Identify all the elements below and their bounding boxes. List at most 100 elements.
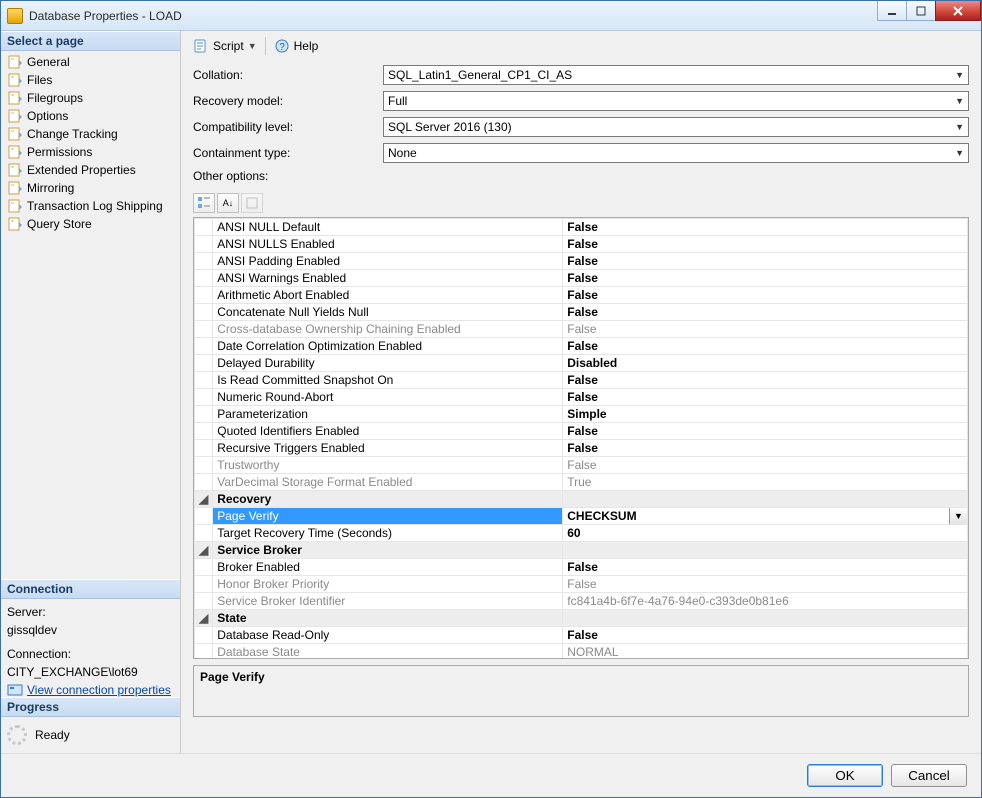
property-row[interactable]: ANSI Warnings EnabledFalse bbox=[195, 270, 968, 287]
property-category[interactable]: ◢State bbox=[195, 610, 968, 627]
property-row[interactable]: Date Correlation Optimization EnabledFal… bbox=[195, 338, 968, 355]
help-label: Help bbox=[294, 39, 319, 53]
property-value[interactable]: False bbox=[563, 372, 968, 389]
property-row[interactable]: Service Broker Identifierfc841a4b-6f7e-4… bbox=[195, 593, 968, 610]
property-row[interactable]: Recursive Triggers EnabledFalse bbox=[195, 440, 968, 457]
property-name: Database State bbox=[213, 644, 563, 659]
expand-toggle bbox=[195, 627, 213, 644]
page-icon bbox=[7, 180, 23, 196]
page-list-item[interactable]: Mirroring bbox=[1, 179, 180, 197]
property-row[interactable]: ParameterizationSimple bbox=[195, 406, 968, 423]
page-list-item[interactable]: Transaction Log Shipping bbox=[1, 197, 180, 215]
property-category[interactable]: ◢Service Broker bbox=[195, 542, 968, 559]
property-row[interactable]: Target Recovery Time (Seconds)60 bbox=[195, 525, 968, 542]
property-name: Trustworthy bbox=[213, 457, 563, 474]
expand-toggle bbox=[195, 236, 213, 253]
property-grid-scroll[interactable]: ANSI NULL DefaultFalseANSI NULLS Enabled… bbox=[194, 218, 968, 658]
page-list-item[interactable]: Permissions bbox=[1, 143, 180, 161]
expand-toggle bbox=[195, 576, 213, 593]
chevron-down-icon: ▼ bbox=[955, 70, 964, 80]
property-value[interactable]: Disabled bbox=[563, 355, 968, 372]
ok-button[interactable]: OK bbox=[807, 764, 883, 787]
property-name: Service Broker Identifier bbox=[213, 593, 563, 610]
minimize-button[interactable] bbox=[877, 1, 907, 21]
page-list-item[interactable]: Files bbox=[1, 71, 180, 89]
page-icon bbox=[7, 72, 23, 88]
page-list-item[interactable]: Extended Properties bbox=[1, 161, 180, 179]
property-row[interactable]: Concatenate Null Yields NullFalse bbox=[195, 304, 968, 321]
property-value[interactable]: False bbox=[563, 236, 968, 253]
expand-toggle[interactable]: ◢ bbox=[195, 610, 213, 627]
connection-label: Connection: bbox=[7, 645, 174, 663]
maximize-button[interactable] bbox=[906, 1, 936, 21]
expand-toggle[interactable]: ◢ bbox=[195, 491, 213, 508]
property-value[interactable]: 60 bbox=[563, 525, 968, 542]
property-row[interactable]: TrustworthyFalse bbox=[195, 457, 968, 474]
collation-label: Collation: bbox=[193, 68, 383, 82]
property-name: Numeric Round-Abort bbox=[213, 389, 563, 406]
property-value[interactable]: CHECKSUM▼ bbox=[563, 508, 968, 525]
categorized-view-button[interactable] bbox=[193, 193, 215, 213]
property-category[interactable]: ◢Recovery bbox=[195, 491, 968, 508]
compatibility-level-select[interactable]: SQL Server 2016 (130) ▼ bbox=[383, 117, 969, 137]
property-pages-button[interactable] bbox=[241, 193, 263, 213]
page-list-item[interactable]: Change Tracking bbox=[1, 125, 180, 143]
property-value[interactable]: False bbox=[563, 423, 968, 440]
property-name: Service Broker bbox=[213, 542, 563, 559]
property-name: Is Read Committed Snapshot On bbox=[213, 372, 563, 389]
property-row[interactable]: Arithmetic Abort EnabledFalse bbox=[195, 287, 968, 304]
property-row[interactable]: Page VerifyCHECKSUM▼ bbox=[195, 508, 968, 525]
chevron-down-icon: ▼ bbox=[954, 511, 963, 521]
property-row[interactable]: ANSI Padding EnabledFalse bbox=[195, 253, 968, 270]
property-value[interactable]: Simple bbox=[563, 406, 968, 423]
recovery-model-select[interactable]: Full ▼ bbox=[383, 91, 969, 111]
page-list-item[interactable]: General bbox=[1, 53, 180, 71]
progress-spinner-icon bbox=[7, 725, 27, 745]
select-page-header: Select a page bbox=[1, 31, 180, 51]
property-value[interactable]: False bbox=[563, 219, 968, 236]
property-row[interactable]: Cross-database Ownership Chaining Enable… bbox=[195, 321, 968, 338]
property-value[interactable]: False bbox=[563, 389, 968, 406]
page-list-item[interactable]: Filegroups bbox=[1, 89, 180, 107]
page-label: Query Store bbox=[27, 217, 92, 231]
property-value[interactable]: False bbox=[563, 440, 968, 457]
property-value[interactable]: False bbox=[563, 338, 968, 355]
help-button[interactable]: ? Help bbox=[270, 36, 323, 56]
property-value[interactable]: False bbox=[563, 627, 968, 644]
property-value bbox=[563, 491, 968, 508]
expand-toggle[interactable]: ◢ bbox=[195, 542, 213, 559]
property-name: Cross-database Ownership Chaining Enable… bbox=[213, 321, 563, 338]
page-list-item[interactable]: Options bbox=[1, 107, 180, 125]
collation-select[interactable]: SQL_Latin1_General_CP1_CI_AS ▼ bbox=[383, 65, 969, 85]
property-dropdown-button[interactable]: ▼ bbox=[949, 508, 967, 524]
page-label: Options bbox=[27, 109, 68, 123]
property-name: Recursive Triggers Enabled bbox=[213, 440, 563, 457]
script-button[interactable]: Script ▼ bbox=[189, 36, 261, 56]
server-label: Server: bbox=[7, 603, 174, 621]
property-value[interactable]: False bbox=[563, 304, 968, 321]
property-value[interactable]: False bbox=[563, 270, 968, 287]
cancel-button[interactable]: Cancel bbox=[891, 764, 967, 787]
property-row[interactable]: Is Read Committed Snapshot OnFalse bbox=[195, 372, 968, 389]
property-row[interactable]: Broker EnabledFalse bbox=[195, 559, 968, 576]
property-row[interactable]: Database Read-OnlyFalse bbox=[195, 627, 968, 644]
property-value[interactable]: False bbox=[563, 287, 968, 304]
recovery-model-label: Recovery model: bbox=[193, 94, 383, 108]
property-row[interactable]: Database StateNORMAL bbox=[195, 644, 968, 659]
property-value[interactable]: False bbox=[563, 253, 968, 270]
window-title: Database Properties - LOAD bbox=[29, 9, 878, 23]
property-row[interactable]: ANSI NULL DefaultFalse bbox=[195, 219, 968, 236]
containment-type-select[interactable]: None ▼ bbox=[383, 143, 969, 163]
dialog-window: Database Properties - LOAD Select a page… bbox=[0, 0, 982, 798]
property-row[interactable]: ANSI NULLS EnabledFalse bbox=[195, 236, 968, 253]
property-row[interactable]: Numeric Round-AbortFalse bbox=[195, 389, 968, 406]
property-row[interactable]: Honor Broker PriorityFalse bbox=[195, 576, 968, 593]
alphabetical-view-button[interactable]: A↓ bbox=[217, 193, 239, 213]
property-row[interactable]: Quoted Identifiers EnabledFalse bbox=[195, 423, 968, 440]
page-list-item[interactable]: Query Store bbox=[1, 215, 180, 233]
property-name: ANSI NULLS Enabled bbox=[213, 236, 563, 253]
property-row[interactable]: Delayed DurabilityDisabled bbox=[195, 355, 968, 372]
close-button[interactable] bbox=[935, 1, 981, 21]
property-row[interactable]: VarDecimal Storage Format EnabledTrue bbox=[195, 474, 968, 491]
property-value[interactable]: False bbox=[563, 559, 968, 576]
